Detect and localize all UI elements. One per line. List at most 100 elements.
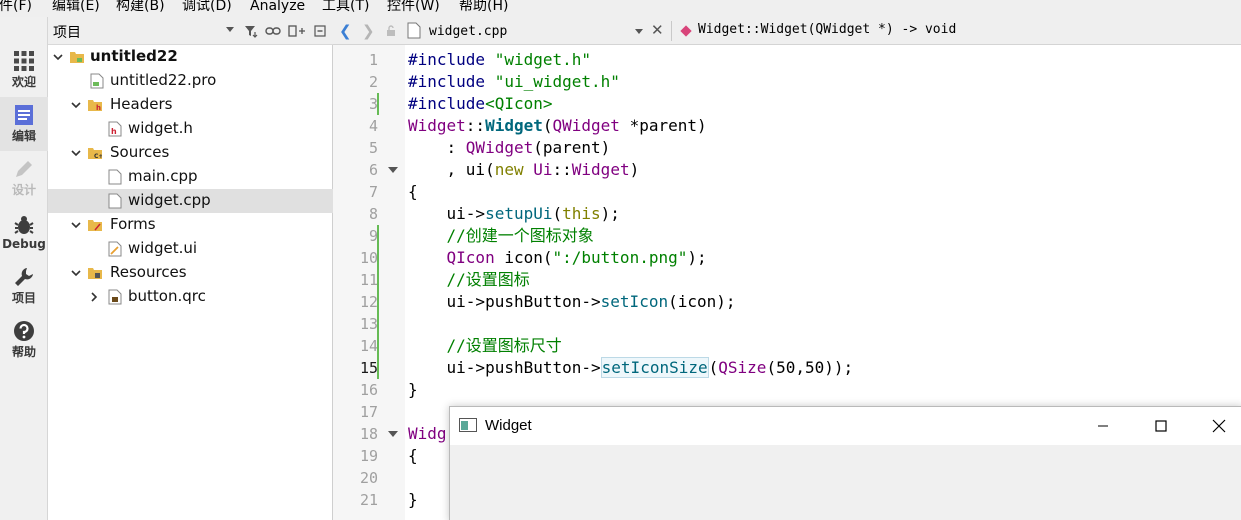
tree-item-project[interactable]: untitled22 (48, 45, 333, 69)
grid-icon (14, 51, 34, 71)
code-token: Widget (485, 116, 543, 135)
menu-debug[interactable]: 调试(D) (182, 0, 232, 13)
menu-analyze[interactable]: Analyze (250, 0, 305, 13)
code-token: QSize (718, 358, 767, 377)
code-line[interactable]: #include "widget.h" (408, 49, 591, 71)
qt-creator-window: 文件(F) 编辑(E) 构建(B) 调试(D) Analyze 工具(T) 控件… (0, 0, 1241, 520)
code-line[interactable]: //设置图标 (408, 269, 530, 291)
tree-item-label: button.qrc (128, 287, 206, 305)
mode-projects[interactable]: 项目 (0, 259, 48, 313)
code-token: Ui (533, 160, 553, 179)
line-number: 14 (359, 337, 378, 355)
code-line[interactable]: QIcon icon(":/button.png"); (408, 247, 707, 269)
menu-help[interactable]: 帮助(H) (459, 0, 508, 13)
code-line[interactable]: ui->setupUi(this); (408, 203, 620, 225)
code-line[interactable]: #include "ui_widget.h" (408, 71, 620, 93)
code-token: Widg (408, 424, 447, 443)
view-selector-chevron-icon[interactable] (226, 27, 234, 32)
filter-icon[interactable] (242, 23, 260, 39)
resources-folder-icon (88, 268, 102, 279)
project-panel-title: 项目 (53, 25, 81, 41)
nav-forward-icon[interactable]: ❯ (362, 22, 375, 40)
chevron-right-icon[interactable] (88, 291, 100, 303)
chevron-down-icon[interactable] (70, 267, 82, 279)
close-panel-icon[interactable] (312, 23, 328, 39)
code-line[interactable]: #include<QIcon> (408, 93, 553, 115)
split-icon[interactable] (286, 23, 308, 39)
code-line[interactable]: { (408, 181, 418, 203)
wrench-icon (15, 268, 33, 286)
menu-controls[interactable]: 控件(W) (387, 0, 440, 13)
line-number: 1 (368, 51, 378, 69)
lock-icon[interactable] (385, 25, 397, 37)
code-line[interactable]: : QWidget(parent) (408, 137, 611, 159)
chevron-down-icon[interactable] (635, 29, 643, 34)
tree-item-sources[interactable]: C+ Sources (48, 141, 333, 165)
minimize-button[interactable] (1074, 407, 1132, 445)
code-line[interactable]: ui->pushButton->setIcon(icon); (408, 291, 736, 313)
tree-item-label: untitled22.pro (110, 71, 217, 89)
mode-welcome[interactable]: 欢迎 (0, 43, 48, 97)
chevron-down-icon[interactable] (70, 99, 82, 111)
project-folder-icon (70, 52, 84, 63)
menu-build[interactable]: 构建(B) (116, 0, 165, 13)
fold-marker-icon[interactable] (388, 167, 398, 173)
code-line[interactable]: Widget::Widget(QWidget *parent) (408, 115, 707, 137)
close-icon (1212, 419, 1226, 433)
code-token: new (494, 160, 524, 179)
tree-item-label: untitled22 (90, 47, 178, 65)
tree-item-widget-h[interactable]: h widget.h (48, 117, 333, 141)
widget-window[interactable]: Widget (449, 406, 1241, 520)
editor-toolbar: ❮ ❯ widget.cpp ✕ Widget::Widget(QWidget … (333, 17, 1241, 45)
code-line[interactable]: { (408, 445, 418, 467)
tree-item-main-cpp[interactable]: main.cpp (48, 165, 333, 189)
close-button[interactable] (1190, 407, 1241, 445)
chevron-down-icon[interactable] (70, 147, 82, 159)
code-token: :: (552, 160, 572, 179)
widget-titlebar[interactable]: Widget (450, 407, 1241, 445)
menu-edit[interactable]: 编辑(E) (52, 0, 100, 13)
tree-item-forms[interactable]: Forms (48, 213, 333, 237)
code-line[interactable]: //设置图标尺寸 (408, 335, 562, 357)
chevron-down-icon[interactable] (52, 51, 64, 63)
link-icon[interactable] (264, 23, 282, 39)
chevron-down-icon[interactable] (70, 219, 82, 231)
tree-item-widget-ui[interactable]: widget.ui (48, 237, 333, 261)
fold-marker-icon[interactable] (388, 431, 398, 437)
mode-debug[interactable]: Debug (0, 205, 48, 259)
tree-item-widget-cpp[interactable]: widget.cpp (48, 189, 333, 213)
code-token: : (408, 138, 466, 157)
widget-title: Widget (485, 417, 532, 434)
current-symbol[interactable]: Widget::Widget(QWidget *) -> void (698, 22, 956, 37)
mode-help[interactable]: 帮助 (0, 313, 48, 367)
code-line[interactable]: } (408, 489, 418, 511)
code-line[interactable]: Widg (408, 423, 447, 445)
code-line[interactable]: } (408, 379, 418, 401)
line-number: 12 (359, 293, 378, 311)
mode-design[interactable]: 设计 (0, 151, 48, 205)
code-line[interactable]: ui->pushButton->setIconSize(QSize(50,50)… (408, 357, 853, 379)
code-line[interactable]: //创建一个图标对象 (408, 225, 594, 247)
tree-item-headers[interactable]: h Headers (48, 93, 333, 117)
tree-item-pro-file[interactable]: untitled22.pro (48, 69, 333, 93)
line-number: 15 (359, 359, 378, 377)
close-file-icon[interactable]: ✕ (651, 21, 664, 39)
code-line[interactable]: , ui(new Ui::Widget) (408, 159, 640, 181)
tree-item-label: widget.h (128, 119, 193, 137)
change-marker (377, 225, 379, 247)
file-selector[interactable]: widget.cpp (397, 19, 647, 43)
menu-tools[interactable]: 工具(T) (322, 0, 369, 13)
code-token: icon( (494, 248, 553, 267)
code-token: (icon); (668, 292, 736, 311)
code-token: ui-> (408, 204, 486, 223)
mode-edit[interactable]: 编辑 (0, 97, 48, 151)
tree-item-button-qrc[interactable]: button.qrc (48, 285, 333, 309)
nav-back-icon[interactable]: ❮ (339, 22, 352, 40)
code-token: ui->pushButton-> (408, 358, 601, 377)
code-token: { (408, 182, 418, 201)
tree-item-resources[interactable]: Resources (48, 261, 333, 285)
menu-file[interactable]: 文件(F) (0, 0, 32, 13)
maximize-button[interactable] (1132, 407, 1190, 445)
